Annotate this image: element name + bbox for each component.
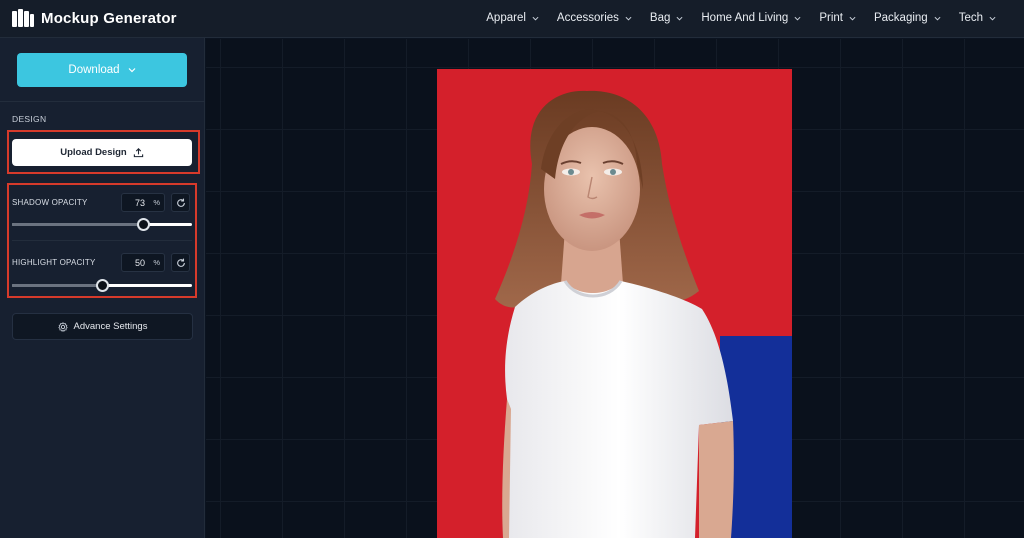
chevron-down-icon xyxy=(532,16,539,21)
nav-item-label: Tech xyxy=(958,12,983,24)
gear-icon xyxy=(57,321,68,332)
logo-icon xyxy=(12,9,34,27)
nav-item-label: Packaging xyxy=(873,12,928,24)
highlight-opacity-input[interactable]: 50 % xyxy=(121,253,165,272)
nav-item-bag[interactable]: Bag xyxy=(650,12,683,24)
slider-fill xyxy=(12,223,144,226)
shadow-reset-button[interactable] xyxy=(171,193,190,212)
slider-thumb[interactable] xyxy=(96,279,109,292)
upload-icon xyxy=(133,148,143,158)
highlight-opacity-value: 50 xyxy=(134,258,145,268)
download-button-label: Download xyxy=(68,64,120,76)
shadow-opacity-value: 73 xyxy=(134,198,145,208)
nav-item-print[interactable]: Print xyxy=(819,12,856,24)
mockup-preview-image xyxy=(437,69,792,538)
upload-design-label: Upload Design xyxy=(60,147,127,158)
nav-item-tech[interactable]: Tech xyxy=(959,12,996,24)
chevron-down-icon xyxy=(849,16,856,21)
slider-thumb[interactable] xyxy=(137,218,151,231)
percent-unit: % xyxy=(153,258,160,267)
upload-design-button[interactable]: Upload Design xyxy=(12,139,192,166)
main-nav: Apparel Accessories Bag Home And Living … xyxy=(468,0,996,36)
logo[interactable]: Mockup Generator xyxy=(12,7,177,29)
chevron-down-icon xyxy=(676,16,683,21)
top-header: Mockup Generator Apparel Accessories Bag… xyxy=(0,0,1024,38)
chevron-down-icon xyxy=(934,16,941,21)
nav-item-accessories[interactable]: Accessories xyxy=(557,12,632,24)
nav-item-label: Accessories xyxy=(556,12,619,24)
divider xyxy=(0,101,205,102)
nav-item-label: Bag xyxy=(649,12,671,24)
section-title-design: DESIGN xyxy=(12,114,47,124)
nav-item-label: Print xyxy=(819,12,843,24)
download-button[interactable]: Download xyxy=(17,53,187,87)
highlight-reset-button[interactable] xyxy=(171,253,190,272)
chevron-down-icon xyxy=(989,16,996,21)
app-title: Mockup Generator xyxy=(41,9,177,27)
reset-icon xyxy=(176,198,185,207)
chevron-down-icon xyxy=(128,68,136,73)
shadow-opacity-slider[interactable] xyxy=(12,218,192,232)
nav-item-apparel[interactable]: Apparel xyxy=(486,12,539,24)
slider-fill xyxy=(12,284,102,287)
shadow-opacity-label: SHADOW OPACITY xyxy=(12,198,88,207)
nav-item-packaging[interactable]: Packaging xyxy=(874,12,941,24)
nav-item-home-and-living[interactable]: Home And Living xyxy=(701,12,801,24)
percent-unit: % xyxy=(153,198,160,207)
divider xyxy=(12,240,192,241)
nav-item-label: Home And Living xyxy=(701,12,789,24)
mockup-canvas[interactable] xyxy=(206,39,1024,538)
shadow-opacity-input[interactable]: 73 % xyxy=(121,193,165,212)
advance-settings-button[interactable]: Advance Settings xyxy=(12,313,193,340)
chevron-down-icon xyxy=(794,16,801,21)
highlight-opacity-slider[interactable] xyxy=(12,279,192,293)
highlight-opacity-label: HIGHLIGHT OPACITY xyxy=(12,258,96,267)
reset-icon xyxy=(176,258,185,267)
chevron-down-icon xyxy=(625,16,632,21)
nav-item-label: Apparel xyxy=(486,12,526,24)
advance-settings-label: Advance Settings xyxy=(73,321,148,332)
